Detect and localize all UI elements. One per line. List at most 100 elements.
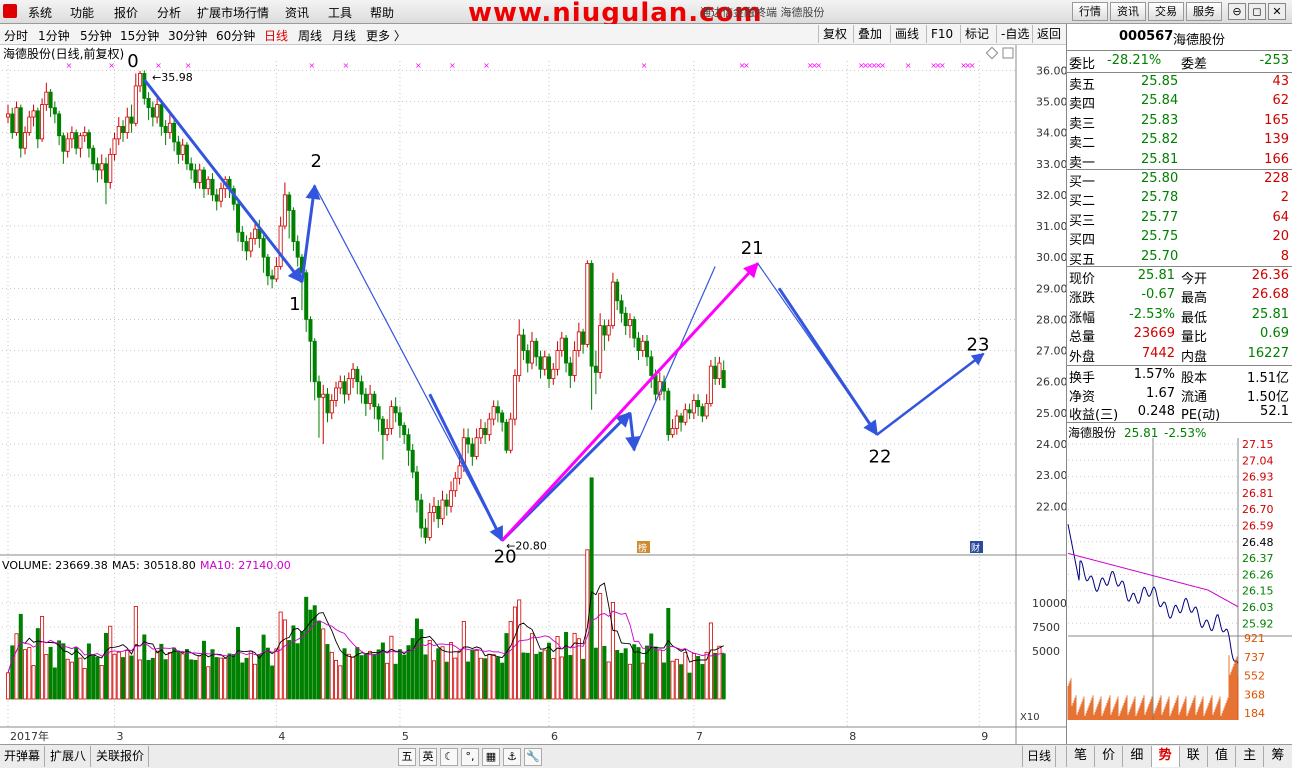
- top-button-1[interactable]: 资讯: [1110, 2, 1146, 21]
- volume-bar: [372, 654, 377, 700]
- candle-body: [708, 365, 713, 404]
- chart-tool-3[interactable]: F10: [926, 25, 957, 43]
- volume-bar: [457, 650, 462, 700]
- candle-body: [270, 275, 275, 280]
- candle-body: [351, 368, 356, 380]
- close-icon[interactable]: ✕: [1268, 3, 1286, 20]
- menu-5[interactable]: 资讯: [285, 4, 309, 21]
- right-tab-3[interactable]: 势: [1150, 746, 1179, 767]
- maximize-icon[interactable]: ◻: [1248, 3, 1266, 20]
- ime-icon-6[interactable]: 🔧: [524, 748, 542, 766]
- kline-chart[interactable]: 海德股份(日线,前复权) 36.00 35.00 34.00 33.00 32.00 31.…: [0, 45, 1066, 744]
- chart-tool-2[interactable]: 画线: [890, 25, 923, 43]
- candle-body: [666, 390, 671, 436]
- volume-bar: [721, 653, 726, 700]
- menu-0[interactable]: 系统: [28, 4, 52, 21]
- candle-body: [389, 406, 394, 429]
- volume-bar: [206, 666, 211, 700]
- candle-body: [167, 122, 172, 134]
- volume-bar: [674, 658, 679, 700]
- y-tick-label: 27.00: [1036, 345, 1066, 358]
- right-tab-5[interactable]: 值: [1207, 746, 1235, 767]
- period-tab-3[interactable]: 15分钟: [120, 27, 159, 44]
- candle-body: [704, 403, 709, 417]
- period-tab-7[interactable]: 周线: [298, 27, 322, 44]
- candle-body: [133, 85, 138, 124]
- menu-3[interactable]: 分析: [157, 4, 181, 21]
- period-tab-0[interactable]: 分时: [4, 27, 28, 44]
- period-tab-6[interactable]: 日线: [264, 27, 288, 44]
- volume-bar: [662, 662, 667, 700]
- bottom-tab-2[interactable]: 关联报价: [92, 746, 150, 767]
- volume-bar: [670, 660, 675, 700]
- right-tab-2[interactable]: 细: [1122, 746, 1150, 767]
- stock-name: 海德股份: [1173, 33, 1226, 48]
- top-button-2[interactable]: 交易: [1148, 2, 1184, 21]
- ime-icon-5[interactable]: ⚓: [503, 748, 521, 766]
- tab-daily[interactable]: 日线: [1022, 746, 1057, 767]
- ime-icon-0[interactable]: 五: [398, 748, 416, 766]
- wave-label: 21: [741, 238, 764, 259]
- right-tab-7[interactable]: 筹: [1263, 746, 1291, 767]
- candle-body: [487, 418, 492, 436]
- chart-tool-6[interactable]: 返回: [1032, 25, 1065, 43]
- volume-bar: [23, 649, 28, 700]
- candle-body: [491, 406, 496, 420]
- volume-tick-label: 5000: [1032, 645, 1060, 658]
- restore-icon[interactable]: ⊖: [1228, 3, 1246, 20]
- candle-body: [483, 428, 488, 436]
- y-tick-label: 29.00: [1036, 282, 1066, 295]
- menu-4[interactable]: 扩展市场行情: [197, 4, 269, 21]
- fundamental-value: 1.67: [1146, 385, 1175, 401]
- period-tab-4[interactable]: 30分钟: [168, 27, 207, 44]
- chart-tool-0[interactable]: 复权: [818, 25, 851, 43]
- period-tab-1[interactable]: 1分钟: [38, 27, 70, 44]
- period-tab-2[interactable]: 5分钟: [80, 27, 112, 44]
- volume-tick-label: 10000: [1032, 597, 1066, 610]
- menu-7[interactable]: 帮助: [370, 4, 394, 21]
- right-tab-0[interactable]: 笔: [1066, 746, 1094, 767]
- volume-bar: [61, 643, 66, 700]
- bottom-tab-0[interactable]: 开弹幕: [0, 746, 46, 767]
- wave-arrow-1-2: [300, 184, 321, 283]
- intraday-mini-chart[interactable]: 海德股份 25.81 -2.53% 27.15 27.04 26.93 26.81 26.70…: [1066, 424, 1292, 744]
- candle-body: [78, 135, 83, 149]
- chart-tool-1[interactable]: 叠加: [853, 25, 886, 43]
- volume-bar: [40, 616, 45, 700]
- candle-body: [674, 415, 679, 429]
- period-tab-9[interactable]: 更多 〉: [366, 27, 406, 44]
- period-tab-5[interactable]: 60分钟: [216, 27, 255, 44]
- wave-label: 22: [869, 447, 892, 468]
- volume-bar: [270, 665, 275, 700]
- high-price-label: ←35.98: [152, 71, 193, 84]
- volume-bar: [517, 599, 522, 700]
- volume-bar: [679, 664, 684, 700]
- right-tab-6[interactable]: 主: [1235, 746, 1263, 767]
- volume-bar: [65, 658, 70, 700]
- fundamental-label: 流通: [1181, 389, 1208, 405]
- menu-1[interactable]: 功能: [70, 4, 94, 21]
- bid-volume: 20: [1272, 229, 1289, 245]
- chart-tool-4[interactable]: 标记: [960, 25, 993, 43]
- top-button-0[interactable]: 行情: [1072, 2, 1108, 21]
- ime-icon-3[interactable]: °,: [461, 748, 479, 766]
- right-tab-4[interactable]: 联: [1178, 746, 1207, 767]
- ime-icon-1[interactable]: 英: [419, 748, 437, 766]
- right-tab-1[interactable]: 价: [1094, 746, 1122, 767]
- ime-icon-4[interactable]: ▦: [482, 748, 500, 766]
- chart-tool-5[interactable]: -自选: [996, 25, 1033, 43]
- fundamental-value: 0.248: [1137, 404, 1175, 420]
- order-diff-value: -253: [1259, 53, 1289, 68]
- volume-bar: [121, 657, 126, 700]
- menu-2[interactable]: 报价: [114, 4, 138, 21]
- volume-bar: [334, 660, 339, 700]
- bottom-tab-1[interactable]: 扩展八: [46, 746, 92, 767]
- top-button-3[interactable]: 服务: [1186, 2, 1222, 21]
- ime-icon-2[interactable]: ☾: [440, 748, 458, 766]
- ask-price: 25.82: [1141, 132, 1179, 148]
- candle-body: [346, 378, 351, 395]
- volume-bar: [700, 664, 705, 700]
- volume-bar: [163, 659, 168, 700]
- period-tab-8[interactable]: 月线: [332, 27, 356, 44]
- menu-6[interactable]: 工具: [328, 4, 352, 21]
